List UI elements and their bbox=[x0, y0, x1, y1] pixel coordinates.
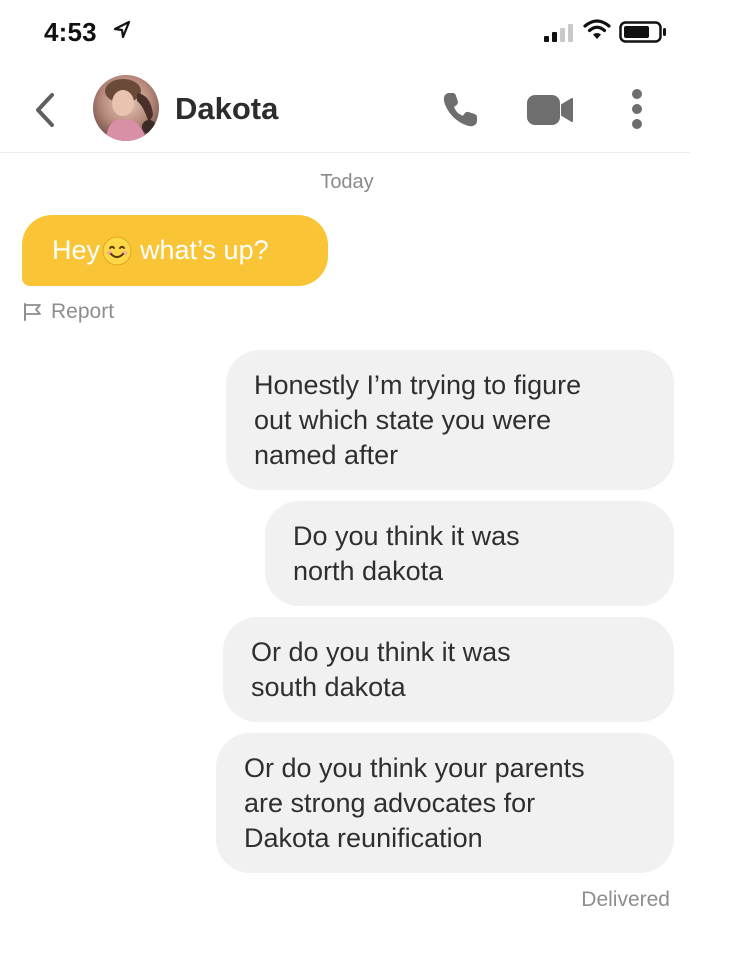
outgoing-message-text: Honestly I’m trying to figure out which … bbox=[254, 368, 581, 473]
message-line: Or do you think it was bbox=[251, 637, 511, 667]
outgoing-message-bubble[interactable]: Or do you think your parents are strong … bbox=[216, 733, 674, 873]
message-line: Dakota reunification bbox=[244, 823, 483, 853]
location-arrow-icon bbox=[113, 20, 131, 39]
message-line: south dakota bbox=[251, 672, 406, 702]
outgoing-message-text: Or do you think your parents are strong … bbox=[244, 751, 585, 856]
message-line: named after bbox=[254, 440, 399, 470]
message-text-part: what’s up? bbox=[140, 235, 269, 265]
outgoing-message-bubble[interactable]: Or do you think it was south dakota bbox=[223, 617, 674, 722]
flag-icon bbox=[24, 303, 41, 321]
message-line: Or do you think your parents bbox=[244, 753, 585, 783]
more-vertical-icon[interactable] bbox=[629, 88, 645, 130]
chat-header: Dakota bbox=[0, 66, 690, 153]
wifi-icon bbox=[583, 19, 611, 39]
outgoing-message-text: Or do you think it was south dakota bbox=[251, 635, 511, 705]
outgoing-message-bubble[interactable]: Honestly I’m trying to figure out which … bbox=[226, 350, 674, 490]
smiling-face-emoji-icon bbox=[102, 236, 132, 265]
battery-icon bbox=[619, 21, 666, 43]
report-label: Report bbox=[51, 300, 115, 323]
delivery-status: Delivered bbox=[581, 888, 670, 911]
phone-icon[interactable] bbox=[441, 91, 479, 129]
message-text-part: Hey bbox=[52, 235, 101, 265]
date-separator: Today bbox=[320, 171, 374, 193]
incoming-message-text: Hey what’s up? bbox=[52, 235, 269, 266]
incoming-message-bubble[interactable]: Hey what’s up? bbox=[22, 215, 328, 286]
contact-name[interactable]: Dakota bbox=[175, 91, 278, 127]
message-line: out which state you were bbox=[254, 405, 552, 435]
message-line: Do you think it was bbox=[293, 521, 520, 551]
signal-icon bbox=[544, 24, 573, 42]
outgoing-message-text: Do you think it was north dakota bbox=[293, 519, 520, 589]
back-chevron-icon[interactable] bbox=[34, 92, 56, 128]
outgoing-message-bubble[interactable]: Do you think it was north dakota bbox=[265, 501, 674, 606]
report-button[interactable]: Report bbox=[23, 300, 114, 324]
status-time: 4:53 bbox=[44, 17, 97, 47]
message-line: north dakota bbox=[293, 556, 444, 586]
video-camera-icon[interactable] bbox=[526, 94, 574, 126]
message-line: are strong advocates for bbox=[244, 788, 536, 818]
avatar[interactable] bbox=[93, 75, 159, 141]
message-line: Honestly I’m trying to figure bbox=[254, 370, 582, 400]
